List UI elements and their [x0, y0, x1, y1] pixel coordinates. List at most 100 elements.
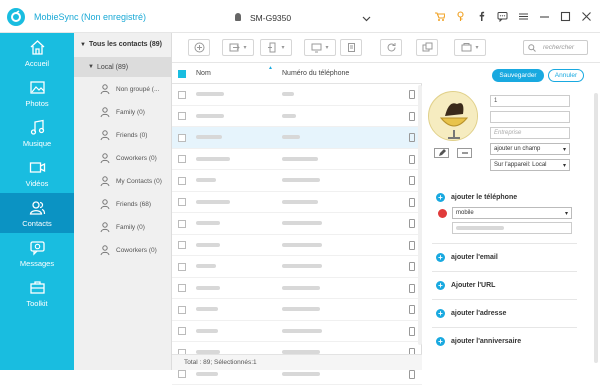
add-url-section[interactable]: +Ajouter l'URL [436, 281, 495, 290]
group-item[interactable]: Friends (0) [99, 129, 147, 141]
table-row[interactable] [172, 213, 422, 235]
table-row[interactable] [172, 235, 422, 257]
row-checkbox[interactable] [178, 327, 186, 335]
delete-icon [346, 42, 357, 53]
nav-label: Photos [25, 99, 48, 108]
backup-icon [461, 42, 472, 53]
row-checkbox[interactable] [178, 306, 186, 314]
facebook-icon[interactable] [475, 10, 487, 22]
maximize-icon[interactable] [559, 10, 571, 22]
last-name-field[interactable] [490, 111, 570, 123]
group-item[interactable]: Friends (68) [99, 198, 151, 210]
refresh-icon [386, 42, 397, 53]
contacts-tree: ▼Tous les contacts (89) ▼Local (89) Non … [74, 33, 172, 370]
table-row[interactable] [172, 149, 422, 171]
contact-phone [282, 286, 320, 290]
add-button[interactable] [188, 39, 210, 56]
close-icon[interactable] [580, 10, 592, 22]
contact-phone [282, 157, 318, 161]
table-row[interactable] [172, 106, 422, 128]
column-phone[interactable]: Numéro du téléphone [282, 70, 349, 77]
nav-item-photos[interactable]: Photos [0, 73, 74, 113]
import-button[interactable]: ▾ [222, 39, 254, 56]
table-row[interactable] [172, 278, 422, 300]
nav-item-messages[interactable]: Messages [0, 233, 74, 273]
group-item[interactable]: Coworkers (0) [99, 152, 157, 164]
add-phone-section[interactable]: +ajouter le téléphone [436, 193, 517, 202]
nav-item-videos[interactable]: Vidéos [0, 153, 74, 193]
add-address-section[interactable]: +ajouter l'adresse [436, 309, 506, 318]
detail-scrollbar[interactable] [594, 93, 598, 363]
table-row[interactable] [172, 192, 422, 214]
first-name-field[interactable]: 1 [490, 95, 570, 107]
chat-icon[interactable] [496, 10, 508, 22]
row-checkbox[interactable] [178, 263, 186, 271]
nav-item-musique[interactable]: Musique [0, 113, 74, 153]
remove-phone-icon[interactable] [438, 209, 447, 218]
table-row[interactable] [172, 321, 422, 343]
nav-item-toolkit[interactable]: Toolkit [0, 273, 74, 313]
add-birthday-section[interactable]: +ajouter l'anniversaire [436, 337, 521, 346]
row-checkbox[interactable] [178, 91, 186, 99]
phone-icon [409, 198, 415, 207]
delete-button[interactable] [340, 39, 362, 56]
cancel-button[interactable]: Annuler [548, 69, 584, 82]
column-name[interactable]: Nom [196, 70, 211, 77]
group-item[interactable]: Non groupé (... [99, 83, 159, 95]
tree-local[interactable]: ▼Local (89) [74, 57, 172, 77]
app-title: MobieSync (Non enregistré) [34, 12, 146, 22]
contact-name [196, 372, 218, 376]
row-checkbox[interactable] [178, 134, 186, 142]
phone-type-select[interactable]: mobile▾ [452, 207, 572, 219]
edit-avatar-button[interactable] [434, 148, 449, 158]
group-item[interactable]: Coworkers (0) [99, 244, 157, 256]
row-checkbox[interactable] [178, 284, 186, 292]
remove-avatar-button[interactable] [457, 148, 472, 158]
company-field[interactable]: Entreprise [490, 127, 570, 139]
table-row[interactable] [172, 127, 422, 149]
row-checkbox[interactable] [178, 155, 186, 163]
phone-number-field[interactable] [452, 222, 572, 234]
table-row[interactable] [172, 84, 422, 106]
transfer-button[interactable]: ▾ [304, 39, 336, 56]
nav-item-contacts[interactable]: Contacts [0, 193, 74, 233]
row-checkbox[interactable] [178, 112, 186, 120]
row-checkbox[interactable] [178, 177, 186, 185]
table-row[interactable] [172, 170, 422, 192]
row-checkbox[interactable] [178, 241, 186, 249]
menu-icon[interactable] [517, 10, 529, 22]
row-checkbox[interactable] [178, 370, 186, 378]
search-input[interactable]: rechercher [523, 40, 588, 55]
add-field-select[interactable]: ajouter un champ▾ [490, 143, 570, 155]
key-icon[interactable] [454, 10, 466, 22]
row-checkbox[interactable] [178, 198, 186, 206]
chevron-down-icon [362, 14, 371, 23]
minimize-icon[interactable] [538, 10, 550, 22]
import-icon [229, 42, 240, 53]
select-all-checkbox[interactable] [178, 70, 186, 78]
contact-avatar[interactable] [428, 91, 478, 141]
messages-icon [29, 239, 46, 256]
duplicate-button[interactable] [416, 39, 438, 56]
contact-name [196, 329, 218, 333]
device-selector[interactable]: SM-G9350 [233, 11, 371, 25]
group-item[interactable]: My Contacts (0) [99, 175, 162, 187]
save-button[interactable]: Sauvegarder [492, 69, 544, 82]
contact-phone [282, 329, 322, 333]
group-item[interactable]: Family (0) [99, 106, 145, 118]
backup-button[interactable]: ▾ [454, 39, 486, 56]
tree-all-contacts[interactable]: ▼Tous les contacts (89) [80, 41, 162, 48]
export-button[interactable]: ▾ [260, 39, 292, 56]
nav-item-accueil[interactable]: Accueil [0, 33, 74, 73]
table-row[interactable] [172, 299, 422, 321]
chevron-down-icon: ▾ [565, 210, 568, 217]
add-email-section[interactable]: +ajouter l'email [436, 253, 498, 262]
group-icon [99, 152, 111, 164]
refresh-button[interactable] [380, 39, 402, 56]
table-row[interactable] [172, 256, 422, 278]
group-item[interactable]: Family (0) [99, 221, 145, 233]
row-checkbox[interactable] [178, 220, 186, 228]
cart-icon[interactable] [433, 10, 445, 22]
storage-select[interactable]: Sur l'appareil: Local▾ [490, 159, 570, 171]
divider [432, 299, 577, 300]
